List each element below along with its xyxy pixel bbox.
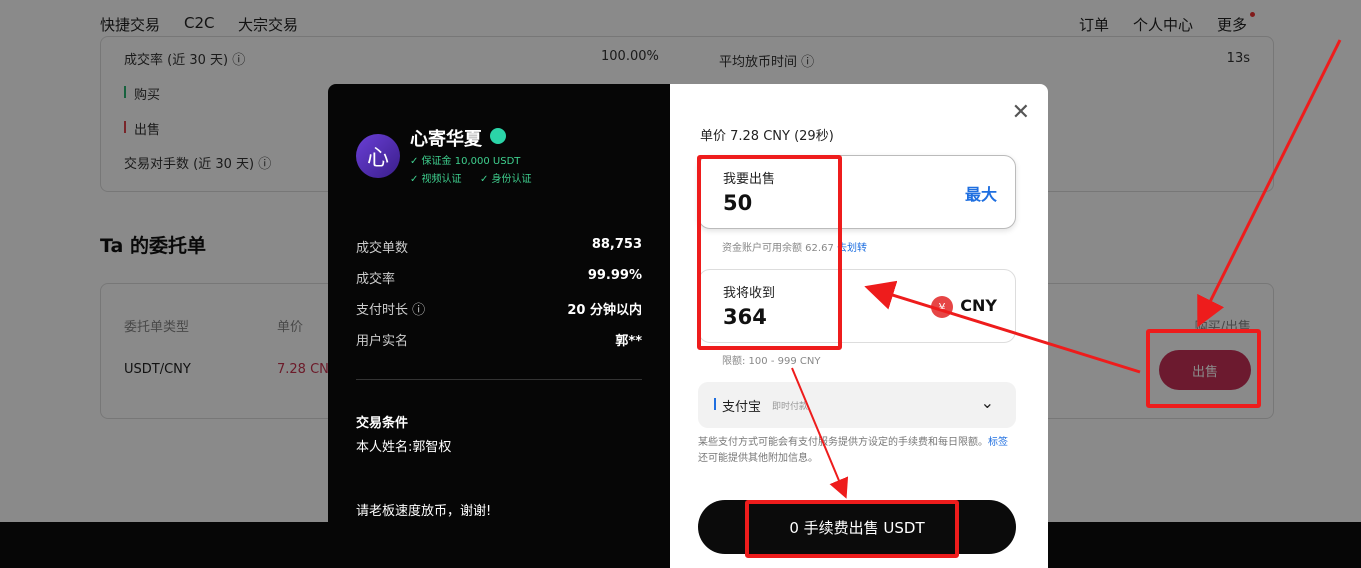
arrow-to-submit: [791, 367, 849, 499]
arrow-to-inputs: [864, 280, 1141, 374]
arrow-to-sell-button: [1197, 39, 1342, 328]
annotation-arrows: [791, 39, 1342, 499]
